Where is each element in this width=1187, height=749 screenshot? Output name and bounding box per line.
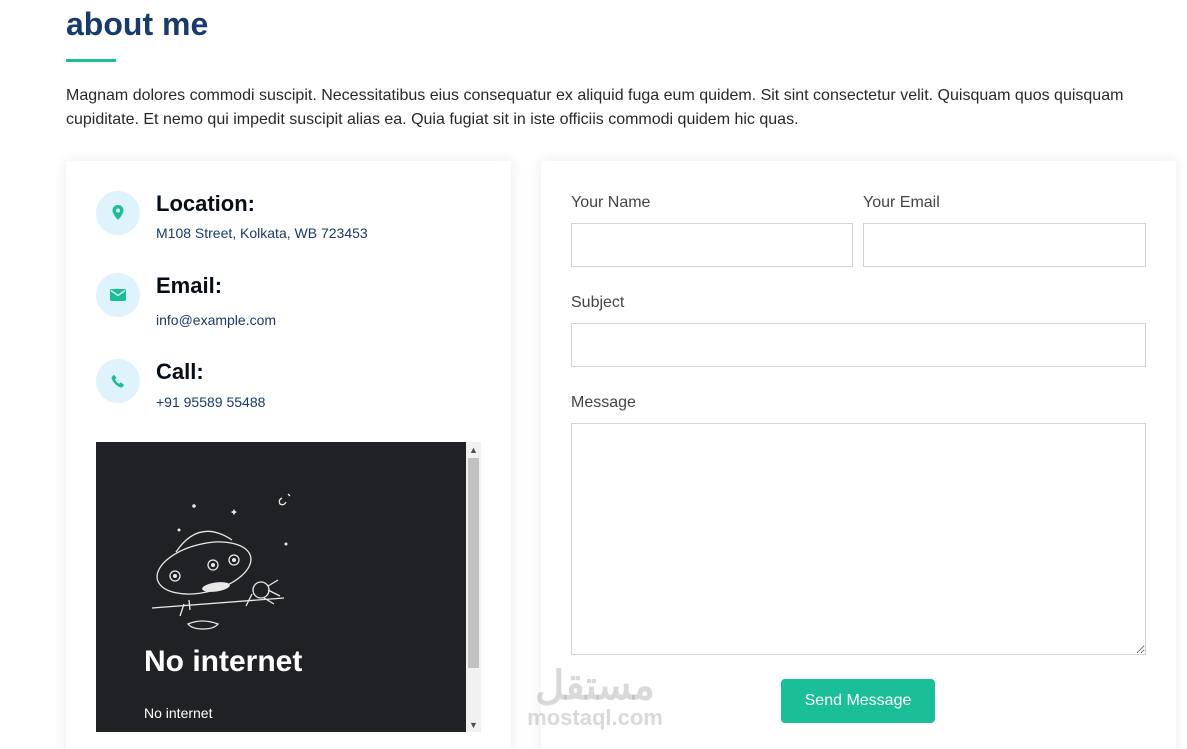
contact-info-card: Location: M108 Street, Kolkata, WB 72345… <box>66 161 511 749</box>
location-value: M108 Street, Kolkata, WB 723453 <box>156 225 368 241</box>
email-item: Email: info@example.com <box>96 273 496 333</box>
message-textarea[interactable] <box>571 423 1146 655</box>
subject-input[interactable] <box>571 323 1146 367</box>
no-internet-subtitle: No internet <box>144 705 213 721</box>
location-label: Location: <box>156 191 255 216</box>
message-label: Message <box>571 394 636 411</box>
location-item: Location: M108 Street, Kolkata, WB 72345… <box>96 191 496 251</box>
scroll-thumb[interactable] <box>468 458 479 668</box>
map-embed-frame[interactable]: No internet No internet ▲ ▼ <box>96 442 481 732</box>
scroll-down-icon[interactable]: ▼ <box>466 717 481 732</box>
send-message-button[interactable]: Send Message <box>781 679 935 723</box>
subject-label: Subject <box>571 294 625 311</box>
call-value[interactable]: +91 95589 55488 <box>156 394 265 410</box>
map-scrollbar[interactable]: ▲ ▼ <box>466 442 481 732</box>
name-input[interactable] <box>571 223 853 267</box>
email-field-label: Your Email <box>863 194 940 211</box>
envelope-icon <box>96 273 140 317</box>
email-field[interactable] <box>863 223 1146 267</box>
contact-form: Your Name Your Email Subject Message Sen… <box>541 161 1176 749</box>
phone-icon <box>96 359 140 403</box>
page-title: about me <box>66 6 209 42</box>
section-title: about me <box>66 6 208 43</box>
map-pin-icon <box>96 191 140 235</box>
call-label: Call: <box>156 359 204 384</box>
no-internet-illustration <box>151 493 291 630</box>
email-label: Email: <box>156 273 223 298</box>
title-underline <box>66 59 116 62</box>
name-label: Your Name <box>571 194 651 211</box>
intro-paragraph: Magnam dolores commodi suscipit. Necessi… <box>66 87 1124 128</box>
call-item: Call: +91 95589 55488 <box>96 359 496 419</box>
no-internet-title: No internet <box>144 645 303 678</box>
email-value[interactable]: info@example.com <box>156 312 276 328</box>
scroll-up-icon[interactable]: ▲ <box>466 442 481 457</box>
